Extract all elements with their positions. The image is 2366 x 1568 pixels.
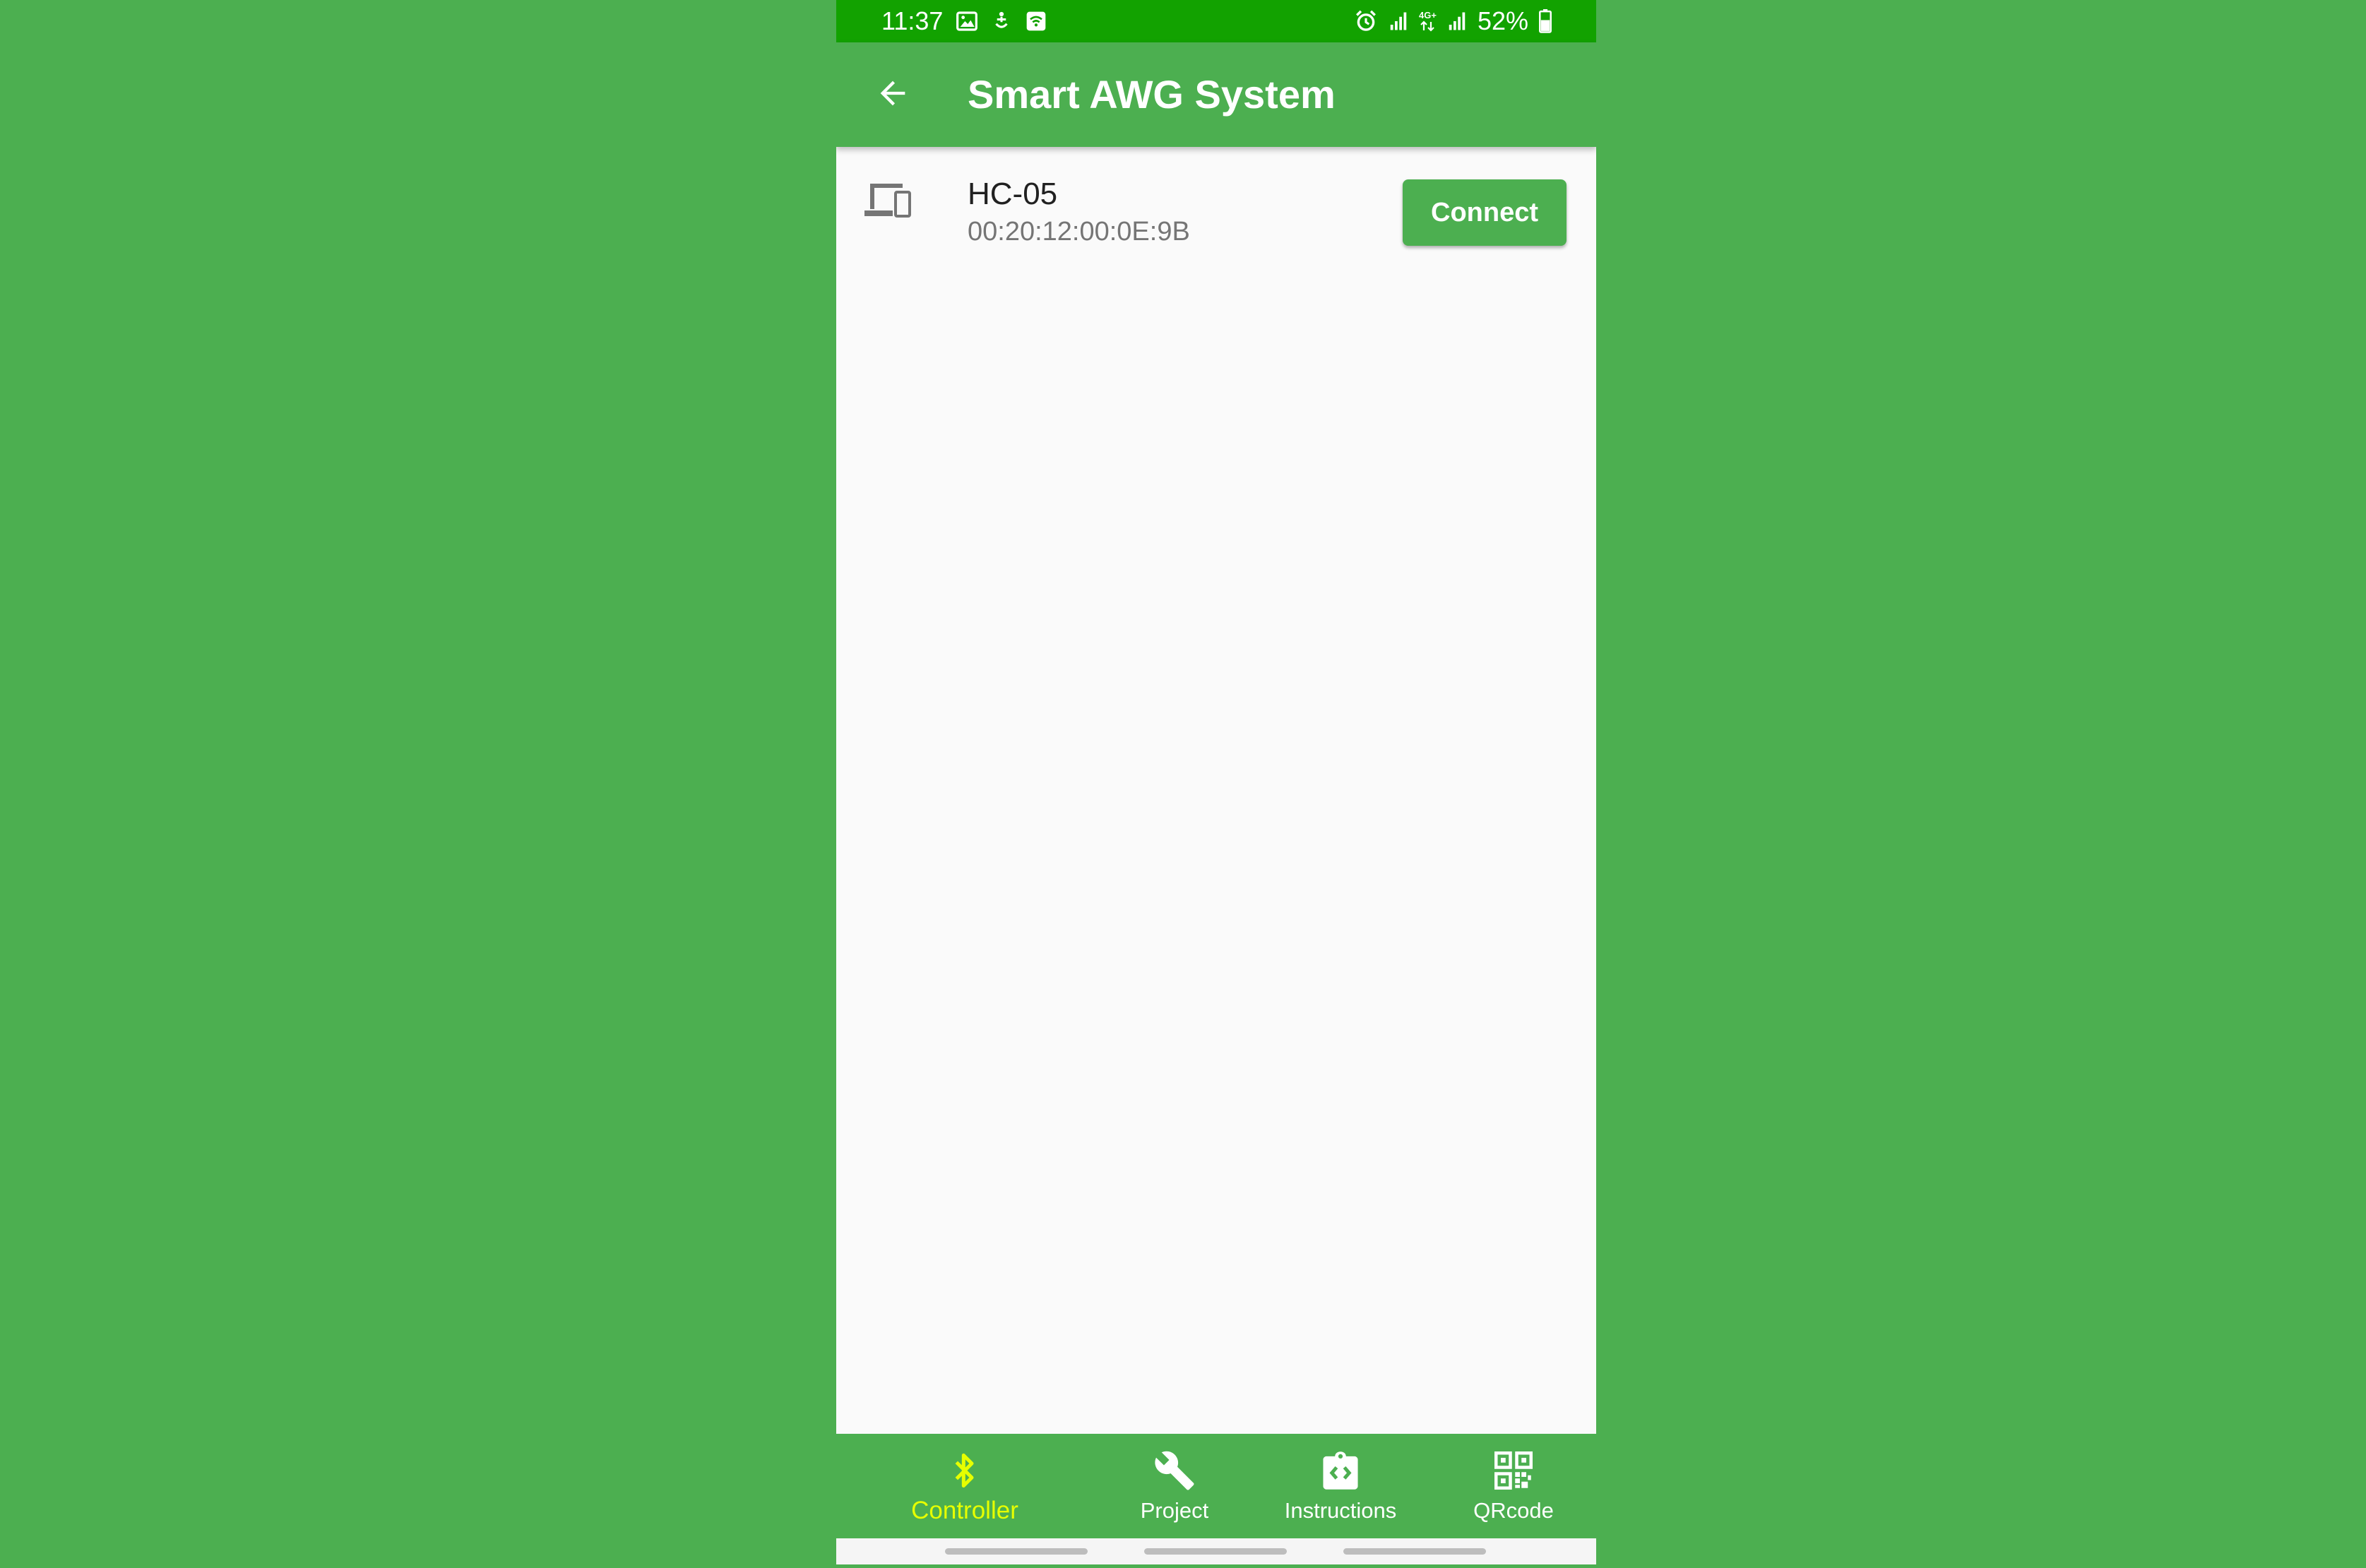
connect-button[interactable]: Connect [1403, 179, 1567, 246]
network-label: 4G+ [1419, 10, 1437, 20]
arrow-back-icon [874, 75, 911, 115]
devices-icon [863, 181, 912, 224]
tab-label: Instructions [1284, 1498, 1397, 1523]
tab-label: Controller [911, 1497, 1018, 1524]
network-4g-icon: 4G+ [1419, 11, 1437, 32]
app-bar: Smart AWG System [836, 42, 1596, 147]
tab-label: Project [1140, 1498, 1209, 1523]
wifi-calling-icon [1025, 10, 1047, 32]
tab-instructions[interactable]: Instructions [1270, 1434, 1411, 1538]
tab-project[interactable]: Project [1122, 1434, 1227, 1538]
phone-screen: 11:37 4G+ 52% Smart AWG System HC-05 00:… [836, 0, 1596, 1564]
device-name: HC-05 [968, 177, 1058, 211]
tab-controller[interactable]: Controller [900, 1434, 1030, 1538]
back-button[interactable] [864, 66, 921, 123]
gesture-handle[interactable] [945, 1548, 1088, 1555]
list-item[interactable]: HC-05 00:20:12:00:0E:9B Connect [836, 147, 1596, 278]
tab-label: QRcode [1473, 1498, 1554, 1523]
signal-icon [1388, 11, 1409, 32]
battery-icon [1538, 9, 1552, 33]
status-time: 11:37 [881, 6, 944, 35]
device-address: 00:20:12:00:0E:9B [968, 217, 1190, 247]
status-left: 11:37 [881, 0, 1047, 42]
tab-qrcode[interactable]: QRcode [1455, 1434, 1572, 1538]
accessibility-icon [991, 10, 1012, 32]
wrench-icon [1153, 1449, 1196, 1492]
gesture-bar [836, 1538, 1596, 1564]
status-right: 4G+ 52% [1354, 0, 1552, 42]
qr-code-icon [1494, 1449, 1533, 1492]
gesture-handle[interactable] [1343, 1548, 1486, 1555]
bluetooth-icon [951, 1449, 979, 1492]
page-title: Smart AWG System [968, 72, 1336, 117]
gallery-icon [956, 10, 978, 32]
alarm-icon [1354, 9, 1378, 33]
gesture-handle[interactable] [1144, 1548, 1287, 1555]
signal-icon [1446, 11, 1468, 32]
battery-percent: 52% [1477, 6, 1528, 35]
code-clipboard-icon [1321, 1449, 1360, 1492]
status-bar: 11:37 4G+ 52% [836, 0, 1596, 42]
bottom-nav: Controller Project Instructions QRcode [836, 1434, 1596, 1538]
